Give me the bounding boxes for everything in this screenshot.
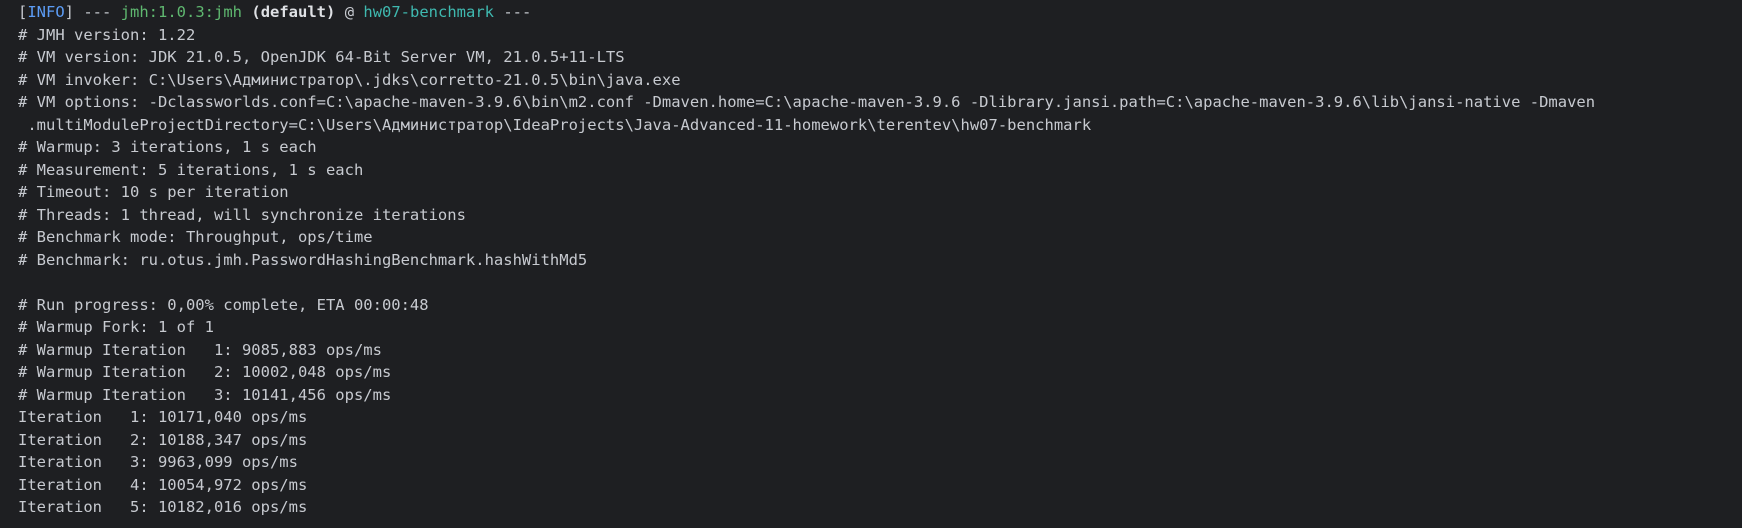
separator-right: ---	[494, 3, 532, 21]
output-line-iteration-4: Iteration 4: 10054,972 ops/ms	[18, 475, 308, 494]
output-line-timeout: # Timeout: 10 s per iteration	[18, 183, 289, 201]
output-line-vm-options: # VM options: -Dclassworlds.conf=C:\apac…	[18, 93, 1596, 111]
output-line-blank	[18, 271, 1742, 294]
terminal-output[interactable]: [INFO] --- jmh:1.0.3:jmh (default) @ hw0…	[0, 0, 1742, 528]
output-line-run-progress: # Run progress: 0,00% complete, ETA 00:0…	[18, 295, 429, 314]
output-line-iteration-2: Iteration 2: 10188,347 ops/ms	[18, 430, 308, 449]
project-name: hw07-benchmark	[363, 3, 495, 21]
output-line-jmh-version: # JMH version: 1.22	[18, 25, 196, 44]
output-line-warmup-iteration-2: # Warmup Iteration 2: 10002,048 ops/ms	[18, 363, 392, 381]
output-line-iteration-1: Iteration 1: 10171,040 ops/ms	[18, 408, 308, 426]
output-line-warmup-iteration-1: # Warmup Iteration 1: 9085,883 ops/ms	[18, 340, 382, 359]
output-line-warmup-iteration-3: # Warmup Iteration 3: 10141,456 ops/ms	[18, 385, 392, 404]
output-line-warmup: # Warmup: 3 iterations, 1 s each	[18, 138, 317, 156]
execution-id: (default)	[251, 3, 336, 21]
maven-plugin-header: [INFO] --- jmh:1.0.3:jmh (default) @ hw0…	[18, 1, 1742, 24]
output-line-vm-version: # VM version: JDK 21.0.5, OpenJDK 64-Bit…	[18, 48, 625, 66]
bracket-close: ]	[64, 3, 75, 21]
output-line-measurement: # Measurement: 5 iterations, 1 s each	[18, 160, 364, 179]
bracket-open: [	[18, 3, 28, 21]
output-line-benchmark-mode: # Benchmark mode: Throughput, ops/time	[18, 228, 373, 246]
output-line-vm-invoker: # VM invoker: C:\Users\Администратор\.jd…	[18, 70, 681, 89]
separator-left: ---	[74, 3, 121, 21]
output-line-iteration-5: Iteration 5: 10182,016 ops/ms	[18, 498, 308, 516]
output-line-vm-options-wrap: .multiModuleProjectDirectory=C:\Users\Ад…	[18, 115, 1092, 134]
output-line-iteration-3: Iteration 3: 9963,099 ops/ms	[18, 453, 298, 471]
output-line-threads: # Threads: 1 thread, will synchronize it…	[18, 205, 466, 224]
output-line-benchmark: # Benchmark: ru.otus.jmh.PasswordHashing…	[18, 250, 588, 269]
output-line-warmup-fork: # Warmup Fork: 1 of 1	[18, 318, 214, 336]
log-level-info: INFO	[27, 3, 65, 21]
at-sign: @	[335, 3, 364, 21]
plugin-goal: jmh:1.0.3:jmh	[120, 3, 243, 21]
